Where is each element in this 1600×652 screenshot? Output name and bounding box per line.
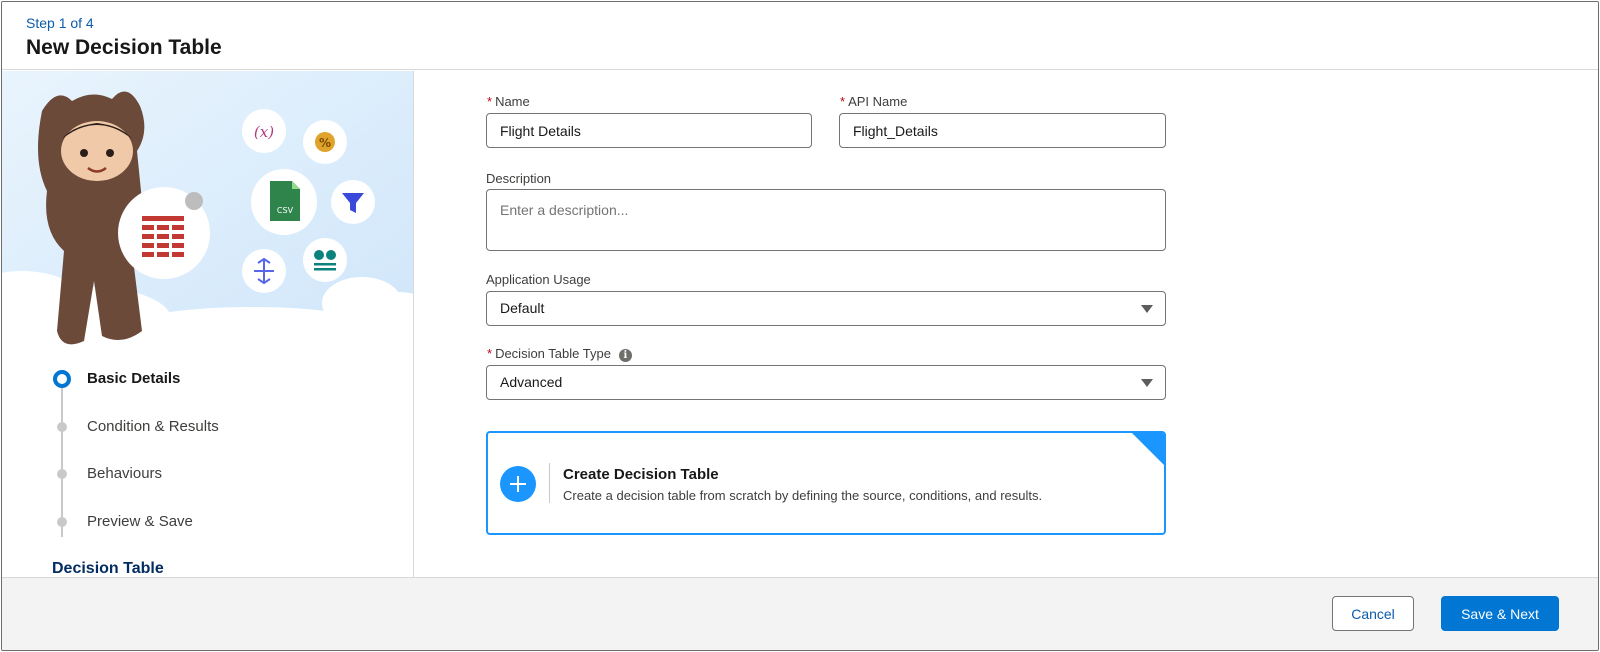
- step-preview-save[interactable]: Preview & Save: [87, 513, 193, 530]
- application-usage-label: Application Usage: [486, 272, 591, 287]
- merge-icon: [242, 249, 286, 293]
- svg-text:%: %: [319, 136, 331, 150]
- decision-table-type-value: Advanced: [500, 374, 563, 390]
- percent-icon: %: [303, 120, 347, 164]
- progress-rail: [61, 387, 63, 537]
- modal-window: Step 1 of 4 New Decision Table (x) % CSV…: [1, 1, 1599, 651]
- svg-text:(x): (x): [254, 123, 274, 141]
- sidebar: (x) % CSV Basic Details Condition & Resu…: [2, 71, 414, 577]
- sidebar-section-title: Decision Table: [52, 560, 164, 577]
- hero-illustration: (x) % CSV: [2, 71, 413, 351]
- step-indicator-current: [53, 370, 71, 388]
- step-condition-results[interactable]: Condition & Results: [87, 418, 219, 435]
- chevron-down-icon: [1141, 305, 1153, 313]
- application-usage-value: Default: [500, 300, 545, 316]
- description-label: Description: [486, 171, 552, 186]
- filter-icon: [331, 180, 375, 224]
- name-label: * Name: [487, 94, 530, 109]
- step-behaviours[interactable]: Behaviours: [87, 465, 162, 482]
- cancel-button[interactable]: Cancel: [1332, 596, 1414, 631]
- required-marker: *: [840, 94, 846, 109]
- card-description: Create a decision table from scratch by …: [563, 488, 1043, 503]
- step-basic-details[interactable]: Basic Details: [87, 370, 180, 387]
- info-icon[interactable]: i: [618, 349, 632, 362]
- chevron-down-icon: [1141, 379, 1153, 387]
- create-decision-table-card[interactable]: Create Decision Table Create a decision …: [486, 431, 1166, 535]
- required-marker: *: [487, 346, 493, 361]
- step-indicator-pending: [57, 517, 67, 527]
- api-name-label: * API Name: [840, 94, 908, 109]
- formula-icon: [303, 238, 347, 282]
- api-name-input[interactable]: [839, 113, 1166, 148]
- required-marker: *: [487, 94, 493, 109]
- name-input[interactable]: [486, 113, 812, 148]
- table-icon-card: [118, 187, 210, 279]
- decision-table-type-label: * Decision Table Type i: [487, 346, 632, 362]
- step-indicator-pending: [57, 469, 67, 479]
- card-divider: [549, 463, 550, 503]
- decision-table-type-select[interactable]: Advanced: [486, 365, 1166, 400]
- card-title: Create Decision Table: [563, 466, 719, 483]
- step-indicator-pending: [57, 422, 67, 432]
- description-textarea[interactable]: [486, 189, 1166, 251]
- plus-icon[interactable]: [500, 466, 536, 502]
- application-usage-select[interactable]: Default: [486, 291, 1166, 326]
- modal-footer: Cancel Save & Next: [2, 577, 1598, 650]
- variable-icon: (x): [242, 109, 286, 153]
- selected-corner-indicator: [1131, 433, 1164, 466]
- modal-header: Step 1 of 4 New Decision Table: [2, 2, 1598, 70]
- csv-file-icon: CSV: [251, 169, 317, 235]
- page-title: New Decision Table: [26, 36, 222, 59]
- svg-text:CSV: CSV: [277, 206, 294, 215]
- step-indicator: Step 1 of 4: [26, 15, 94, 31]
- save-next-button[interactable]: Save & Next: [1441, 596, 1559, 631]
